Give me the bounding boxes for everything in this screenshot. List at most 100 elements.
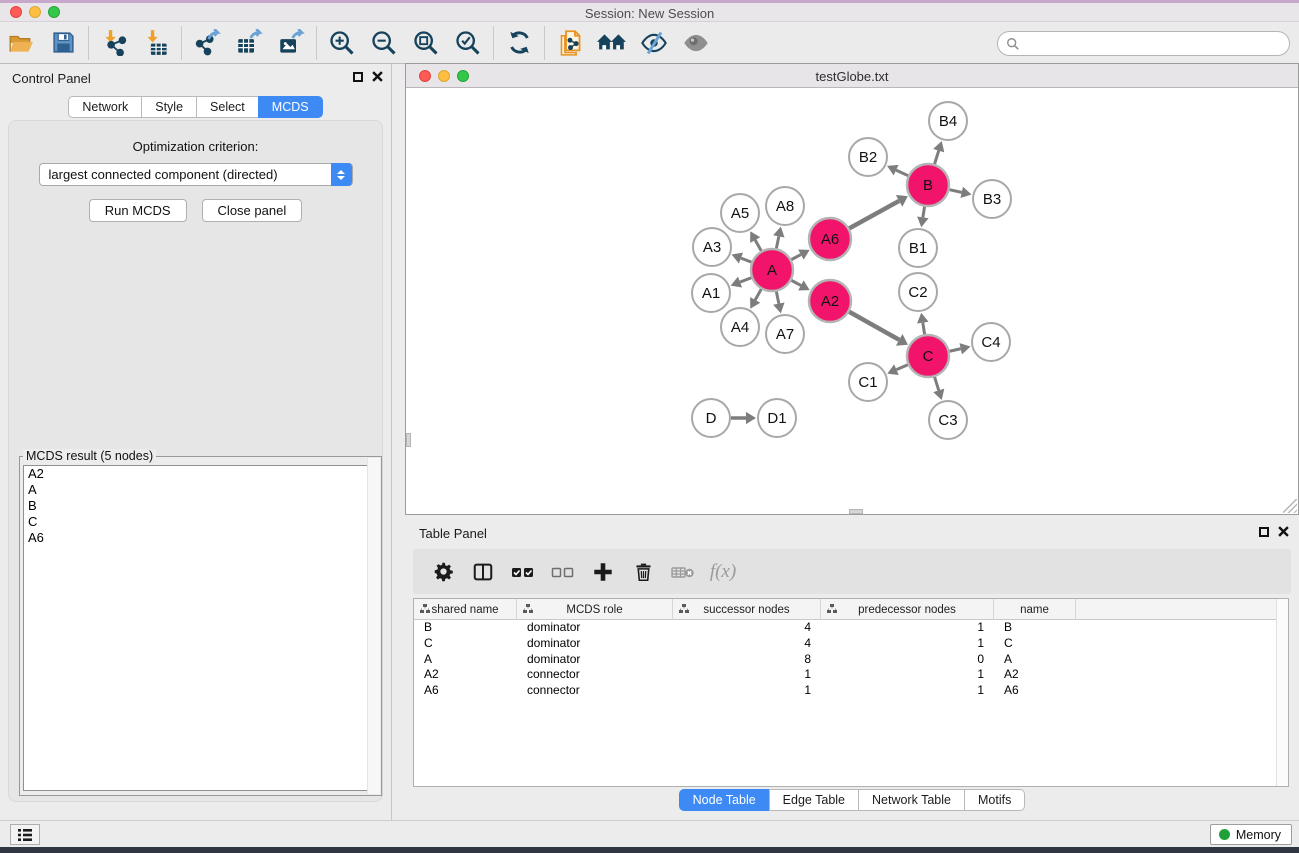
edge-A2-C[interactable] <box>849 312 899 340</box>
edge-C-C1[interactable] <box>896 365 907 370</box>
edge-B-B1[interactable] <box>923 207 925 218</box>
import-network-button[interactable] <box>93 24 135 62</box>
tab-network[interactable]: Network <box>68 96 142 118</box>
node-A1[interactable]: A1 <box>692 274 730 312</box>
node-C[interactable]: C <box>907 335 949 377</box>
tab-select[interactable]: Select <box>196 96 259 118</box>
import-table-button[interactable] <box>135 24 177 62</box>
run-mcds-button[interactable]: Run MCDS <box>89 199 187 222</box>
node-C1[interactable]: C1 <box>849 363 887 401</box>
node-B2[interactable]: B2 <box>849 138 887 176</box>
node-B1[interactable]: B1 <box>899 229 937 267</box>
select-all-button[interactable] <box>505 554 541 590</box>
node-A8[interactable]: A8 <box>766 187 804 225</box>
node-D1[interactable]: D1 <box>758 399 796 437</box>
table-scrollbar[interactable] <box>1276 599 1288 786</box>
zoom-selected-button[interactable] <box>447 24 489 62</box>
edge-A-A2[interactable] <box>791 280 800 285</box>
edge-C-C3[interactable] <box>935 377 939 390</box>
zoom-out-button[interactable] <box>363 24 405 62</box>
refresh-button[interactable] <box>498 24 540 62</box>
node-B3[interactable]: B3 <box>973 180 1011 218</box>
node-A2[interactable]: A2 <box>809 280 851 322</box>
node-C2[interactable]: C2 <box>899 273 937 311</box>
home-button[interactable] <box>591 24 633 62</box>
float-table-panel-icon[interactable] <box>1259 527 1269 537</box>
table-settings-button[interactable] <box>425 554 461 590</box>
mcds-result-scrollbar[interactable] <box>367 458 380 794</box>
edge-A-A7[interactable] <box>776 292 778 304</box>
tab-network-table[interactable]: Network Table <box>858 789 965 811</box>
deselect-all-button[interactable] <box>545 554 581 590</box>
edge-B-B3[interactable] <box>949 190 961 193</box>
tab-node-table[interactable]: Node Table <box>679 789 770 811</box>
edge-A-A6[interactable] <box>791 255 800 260</box>
node-A[interactable]: A <box>751 249 793 291</box>
table-row[interactable]: Bdominator41B <box>414 620 1288 636</box>
result-item[interactable]: C <box>24 514 377 530</box>
show-columns-button[interactable] <box>465 554 501 590</box>
export-table-button[interactable] <box>228 24 270 62</box>
open-session-button[interactable] <box>0 24 42 62</box>
export-network-button[interactable] <box>186 24 228 62</box>
table-row[interactable]: A6connector11A6 <box>414 683 1288 699</box>
edge-B-B4[interactable] <box>935 151 939 164</box>
close-panel-button[interactable]: Close panel <box>202 199 303 222</box>
table-row[interactable]: Adominator80A <box>414 652 1288 668</box>
result-item[interactable]: B <box>24 498 377 514</box>
table-row[interactable]: A2connector11A2 <box>414 667 1288 683</box>
edge-C-C4[interactable] <box>949 349 960 352</box>
function-builder-button[interactable]: f(x) <box>705 554 741 590</box>
edge-A-A4[interactable] <box>755 289 761 300</box>
edge-A6-B[interactable] <box>849 201 899 228</box>
edge-A-A8[interactable] <box>776 236 778 248</box>
optimization-criterion-dropdown[interactable]: largest connected component (directed) <box>39 163 353 186</box>
float-panel-icon[interactable] <box>353 72 363 82</box>
clone-network-button[interactable] <box>549 24 591 62</box>
export-image-button[interactable] <box>270 24 312 62</box>
memory-button[interactable]: Memory <box>1210 824 1292 845</box>
tab-edge-table[interactable]: Edge Table <box>769 789 859 811</box>
node-A7[interactable]: A7 <box>766 315 804 353</box>
delete-row-button[interactable] <box>625 554 661 590</box>
node-D[interactable]: D <box>692 399 730 437</box>
edge-A-A1[interactable] <box>740 278 751 282</box>
zoom-fit-button[interactable] <box>405 24 447 62</box>
add-row-button[interactable] <box>585 554 621 590</box>
node-C3[interactable]: C3 <box>929 401 967 439</box>
node-B4[interactable]: B4 <box>929 102 967 140</box>
edge-C-C2[interactable] <box>923 323 925 335</box>
node-A4[interactable]: A4 <box>721 308 759 346</box>
column-header-predecessor-nodes[interactable]: predecessor nodes <box>821 599 994 620</box>
vertical-scroll-thumb[interactable] <box>406 433 411 447</box>
delete-table-button[interactable] <box>665 554 701 590</box>
node-A6[interactable]: A6 <box>809 218 851 260</box>
close-panel-icon[interactable] <box>372 71 383 82</box>
horizontal-scroll-thumb[interactable] <box>849 509 863 514</box>
table-row[interactable]: Cdominator41C <box>414 636 1288 652</box>
close-table-panel-icon[interactable] <box>1278 526 1289 537</box>
edge-B-B2[interactable] <box>896 170 908 176</box>
node-A3[interactable]: A3 <box>693 228 731 266</box>
result-item[interactable]: A <box>24 482 377 498</box>
result-item[interactable]: A6 <box>24 530 377 546</box>
save-session-button[interactable] <box>42 24 84 62</box>
network-canvas[interactable]: B4B2BB3A8A5A6A3B1AC2A1A2A4A7C4CC1DD1C3 <box>406 89 1298 514</box>
search-input[interactable] <box>1025 34 1289 54</box>
column-header-successor-nodes[interactable]: successor nodes <box>673 599 821 620</box>
column-header-MCDS-role[interactable]: MCDS role <box>517 599 673 620</box>
node-B[interactable]: B <box>907 164 949 206</box>
zoom-in-button[interactable] <box>321 24 363 62</box>
node-C4[interactable]: C4 <box>972 323 1010 361</box>
resize-grip[interactable] <box>1283 499 1297 513</box>
tab-mcds[interactable]: MCDS <box>258 96 323 118</box>
column-header-shared-name[interactable]: shared name <box>414 599 517 620</box>
task-history-button[interactable] <box>10 824 40 845</box>
edge-A-A5[interactable] <box>755 240 761 251</box>
tab-motifs[interactable]: Motifs <box>964 789 1025 811</box>
result-item[interactable]: A2 <box>24 466 377 482</box>
tab-style[interactable]: Style <box>141 96 197 118</box>
column-header-name[interactable]: name <box>994 599 1076 620</box>
hide-selected-button[interactable] <box>633 24 675 62</box>
show-all-button[interactable] <box>675 24 717 62</box>
